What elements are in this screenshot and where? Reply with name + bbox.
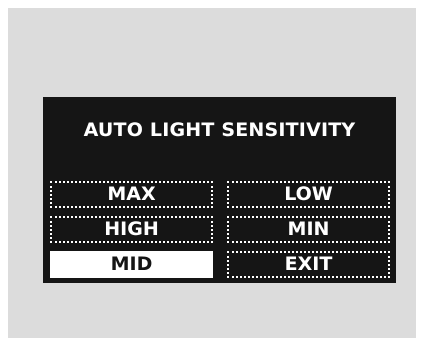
screen-title: AUTO LIGHT SENSITIVITY [83,119,356,141]
option-min-button[interactable]: MIN [227,216,390,243]
option-high-button[interactable]: HIGH [50,216,213,243]
option-low-button[interactable]: LOW [227,181,390,208]
exit-button[interactable]: EXIT [227,251,390,278]
option-max-button[interactable]: MAX [50,181,213,208]
display-screen: AUTO LIGHT SENSITIVITY MAX HIGH MID LOW … [43,97,396,283]
option-mid-button[interactable]: MID [50,251,213,278]
background-frame: AUTO LIGHT SENSITIVITY MAX HIGH MID LOW … [8,8,416,338]
